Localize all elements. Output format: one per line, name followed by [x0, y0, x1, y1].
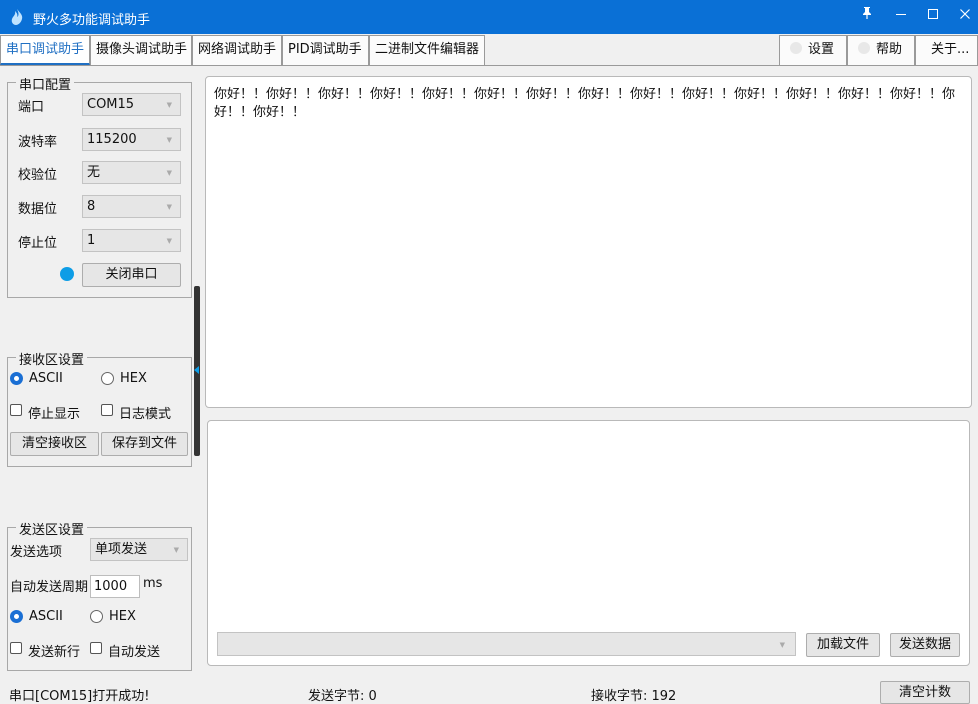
info-icon [858, 42, 870, 54]
chevron-down-icon: ▼ [166, 237, 172, 245]
send-hex-radio[interactable] [90, 610, 103, 623]
databits-select[interactable]: 8 ▼ [82, 195, 181, 218]
stopbits-label: 停止位 [18, 236, 58, 251]
minimize-icon[interactable] [886, 5, 916, 29]
send-ascii-label: ASCII [29, 609, 63, 624]
send-option-value: 单项发送 [95, 542, 148, 557]
about-button[interactable]: 关于... [915, 35, 978, 65]
stop-display-label: 停止显示 [28, 407, 81, 422]
clear-receive-button[interactable]: 清空接收区 [10, 432, 99, 456]
parity-value: 无 [87, 165, 101, 180]
send-settings-title: 发送区设置 [16, 519, 88, 538]
window-title: 野火多功能调试助手 [33, 13, 151, 28]
flame-icon [11, 9, 23, 25]
help-button[interactable]: 帮助 [847, 35, 915, 65]
tab-pid-assistant[interactable]: PID调试助手 [282, 35, 369, 65]
save-to-file-button[interactable]: 保存到文件 [101, 432, 188, 456]
stop-display-checkbox[interactable] [10, 404, 22, 416]
title-bar: 野火多功能调试助手 [0, 0, 978, 34]
receive-hex-radio[interactable] [101, 372, 114, 385]
maximize-icon[interactable] [918, 5, 948, 29]
port-label: 端口 [18, 100, 45, 115]
tab-binary-editor[interactable]: 二进制文件编辑器 [369, 35, 485, 65]
sent-bytes: 发送字节: 0 [308, 689, 377, 704]
tab-serial-assistant[interactable]: 串口调试助手 [0, 35, 90, 65]
port-value: COM15 [87, 97, 135, 112]
auto-send-period-label: 自动发送周期 [10, 580, 89, 595]
port-select[interactable]: COM15 ▼ [82, 93, 181, 116]
chevron-down-icon: ▼ [779, 641, 785, 649]
send-data-button[interactable]: 发送数据 [890, 633, 960, 657]
collapse-arrow-icon[interactable] [194, 366, 199, 374]
settings-label: 设置 [808, 42, 835, 57]
send-option-select[interactable]: 单项发送 ▼ [90, 538, 188, 561]
log-mode-label: 日志模式 [119, 407, 172, 422]
chevron-down-icon: ▼ [166, 169, 172, 177]
receive-hex-label: HEX [120, 371, 147, 386]
tab-network-assistant[interactable]: 网络调试助手 [192, 35, 282, 65]
gear-icon [790, 42, 802, 54]
send-area[interactable] [207, 420, 970, 666]
stopbits-select[interactable]: 1 ▼ [82, 229, 181, 252]
receive-text: 你好！！你好！！你好！！你好！！你好！！你好！！你好！！你好！！你好！！你好！！… [214, 87, 956, 120]
baud-value: 115200 [87, 132, 137, 147]
period-unit-label: ms [143, 576, 163, 591]
receive-ascii-radio[interactable] [10, 372, 23, 385]
receive-settings-title: 接收区设置 [16, 349, 88, 368]
receive-ascii-label: ASCII [29, 371, 63, 386]
databits-value: 8 [87, 199, 96, 214]
databits-label: 数据位 [18, 202, 58, 217]
pin-icon[interactable] [852, 5, 882, 29]
parity-label: 校验位 [18, 168, 58, 183]
log-mode-checkbox[interactable] [101, 404, 113, 416]
settings-button[interactable]: 设置 [779, 35, 847, 65]
parity-select[interactable]: 无 ▼ [82, 161, 181, 184]
receive-area[interactable]: 你好！！你好！！你好！！你好！！你好！！你好！！你好！！你好！！你好！！你好！！… [205, 76, 972, 408]
help-label: 帮助 [876, 42, 903, 57]
port-status-indicator [60, 267, 74, 281]
file-path-select[interactable]: ▼ [217, 632, 796, 656]
baud-label: 波特率 [18, 135, 58, 150]
load-file-button[interactable]: 加载文件 [806, 633, 880, 657]
close-port-button[interactable]: 关闭串口 [82, 263, 181, 287]
auto-send-label: 自动发送 [108, 645, 161, 660]
tab-bar: 串口调试助手 摄像头调试助手 网络调试助手 PID调试助手 二进制文件编辑器 设… [0, 34, 978, 66]
clear-count-button[interactable]: 清空计数 [880, 681, 970, 704]
auto-send-checkbox[interactable] [90, 642, 102, 654]
send-hex-label: HEX [109, 609, 136, 624]
received-bytes: 接收字节: 192 [591, 689, 677, 704]
baud-select[interactable]: 115200 ▼ [82, 128, 181, 151]
send-newline-label: 发送新行 [28, 645, 81, 660]
send-ascii-radio[interactable] [10, 610, 23, 623]
close-icon[interactable] [950, 5, 978, 29]
stopbits-value: 1 [87, 233, 96, 248]
chevron-down-icon: ▼ [173, 546, 179, 554]
chevron-down-icon: ▼ [166, 203, 172, 211]
chevron-down-icon: ▼ [166, 136, 172, 144]
tab-camera-assistant[interactable]: 摄像头调试助手 [90, 35, 192, 65]
auto-send-period-input[interactable]: 1000 [90, 575, 140, 598]
chevron-down-icon: ▼ [166, 101, 172, 109]
status-message: 串口[COM15]打开成功! [9, 689, 150, 704]
serial-config-title: 串口配置 [16, 74, 75, 93]
send-newline-checkbox[interactable] [10, 642, 22, 654]
send-option-label: 发送选项 [10, 545, 63, 560]
